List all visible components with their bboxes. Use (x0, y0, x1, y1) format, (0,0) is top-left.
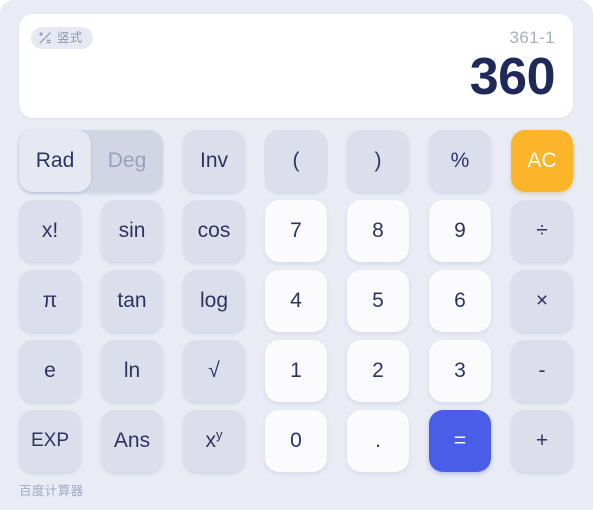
key-1[interactable]: 1 (265, 340, 327, 402)
key-inv[interactable]: Inv (183, 130, 245, 192)
app-footer-label: 百度计算器 (19, 484, 84, 498)
key-divide[interactable]: ÷ (511, 200, 573, 262)
key-6[interactable]: 6 (429, 270, 491, 332)
key-3[interactable]: 3 (429, 340, 491, 402)
key-tan[interactable]: tan (101, 270, 163, 332)
key-decimal[interactable]: . (347, 410, 409, 472)
key-power[interactable]: xy (183, 410, 245, 472)
key-close-paren[interactable]: ) (347, 130, 409, 192)
key-9[interactable]: 9 (429, 200, 491, 262)
key-row: EXP Ans xy 0 . = + (19, 410, 574, 472)
key-8[interactable]: 8 (347, 200, 409, 262)
key-plus[interactable]: + (511, 410, 573, 472)
key-ln[interactable]: ln (101, 340, 163, 402)
key-row: x! sin cos 7 8 9 ÷ (19, 200, 574, 262)
angle-mode-option-rad[interactable]: Rad (19, 130, 91, 192)
key-row: π tan log 4 5 6 × (19, 270, 574, 332)
key-log[interactable]: log (183, 270, 245, 332)
key-e[interactable]: e (19, 340, 81, 402)
key-cos[interactable]: cos (183, 200, 245, 262)
key-exp[interactable]: EXP (19, 410, 81, 472)
key-row: Rad Deg Inv ( ) % AC (19, 130, 574, 192)
result-text: 360 (469, 48, 556, 106)
key-percent[interactable]: % (429, 130, 491, 192)
key-7[interactable]: 7 (265, 200, 327, 262)
key-sin[interactable]: sin (101, 200, 163, 262)
key-all-clear[interactable]: AC (511, 130, 573, 192)
key-pi[interactable]: π (19, 270, 81, 332)
vertical-form-mode-label: 竖式 (57, 30, 83, 45)
key-2[interactable]: 2 (347, 340, 409, 402)
key-ans[interactable]: Ans (101, 410, 163, 472)
key-minus[interactable]: - (511, 340, 573, 402)
angle-mode-option-deg[interactable]: Deg (91, 130, 163, 192)
key-multiply[interactable]: × (511, 270, 573, 332)
display-card: 竖式 361-1 360 (19, 14, 573, 118)
key-square-root[interactable]: √ (183, 340, 245, 402)
key-4[interactable]: 4 (265, 270, 327, 332)
expression-text: 361-1 (509, 28, 555, 47)
keypad: Rad Deg Inv ( ) % AC x! sin cos 7 8 9 ÷ … (19, 130, 574, 480)
key-equals[interactable]: = (429, 410, 491, 472)
key-factorial[interactable]: x! (19, 200, 81, 262)
key-0[interactable]: 0 (265, 410, 327, 472)
vertical-form-mode-badge[interactable]: 竖式 (31, 27, 93, 49)
key-row: e ln √ 1 2 3 - (19, 340, 574, 402)
key-5[interactable]: 5 (347, 270, 409, 332)
key-power-label: xy (205, 427, 223, 452)
angle-mode-toggle[interactable]: Rad Deg (19, 130, 163, 192)
math-operations-icon (38, 31, 52, 45)
key-open-paren[interactable]: ( (265, 130, 327, 192)
calculator-app: 竖式 361-1 360 Rad Deg Inv ( ) % AC x! sin… (0, 0, 593, 510)
